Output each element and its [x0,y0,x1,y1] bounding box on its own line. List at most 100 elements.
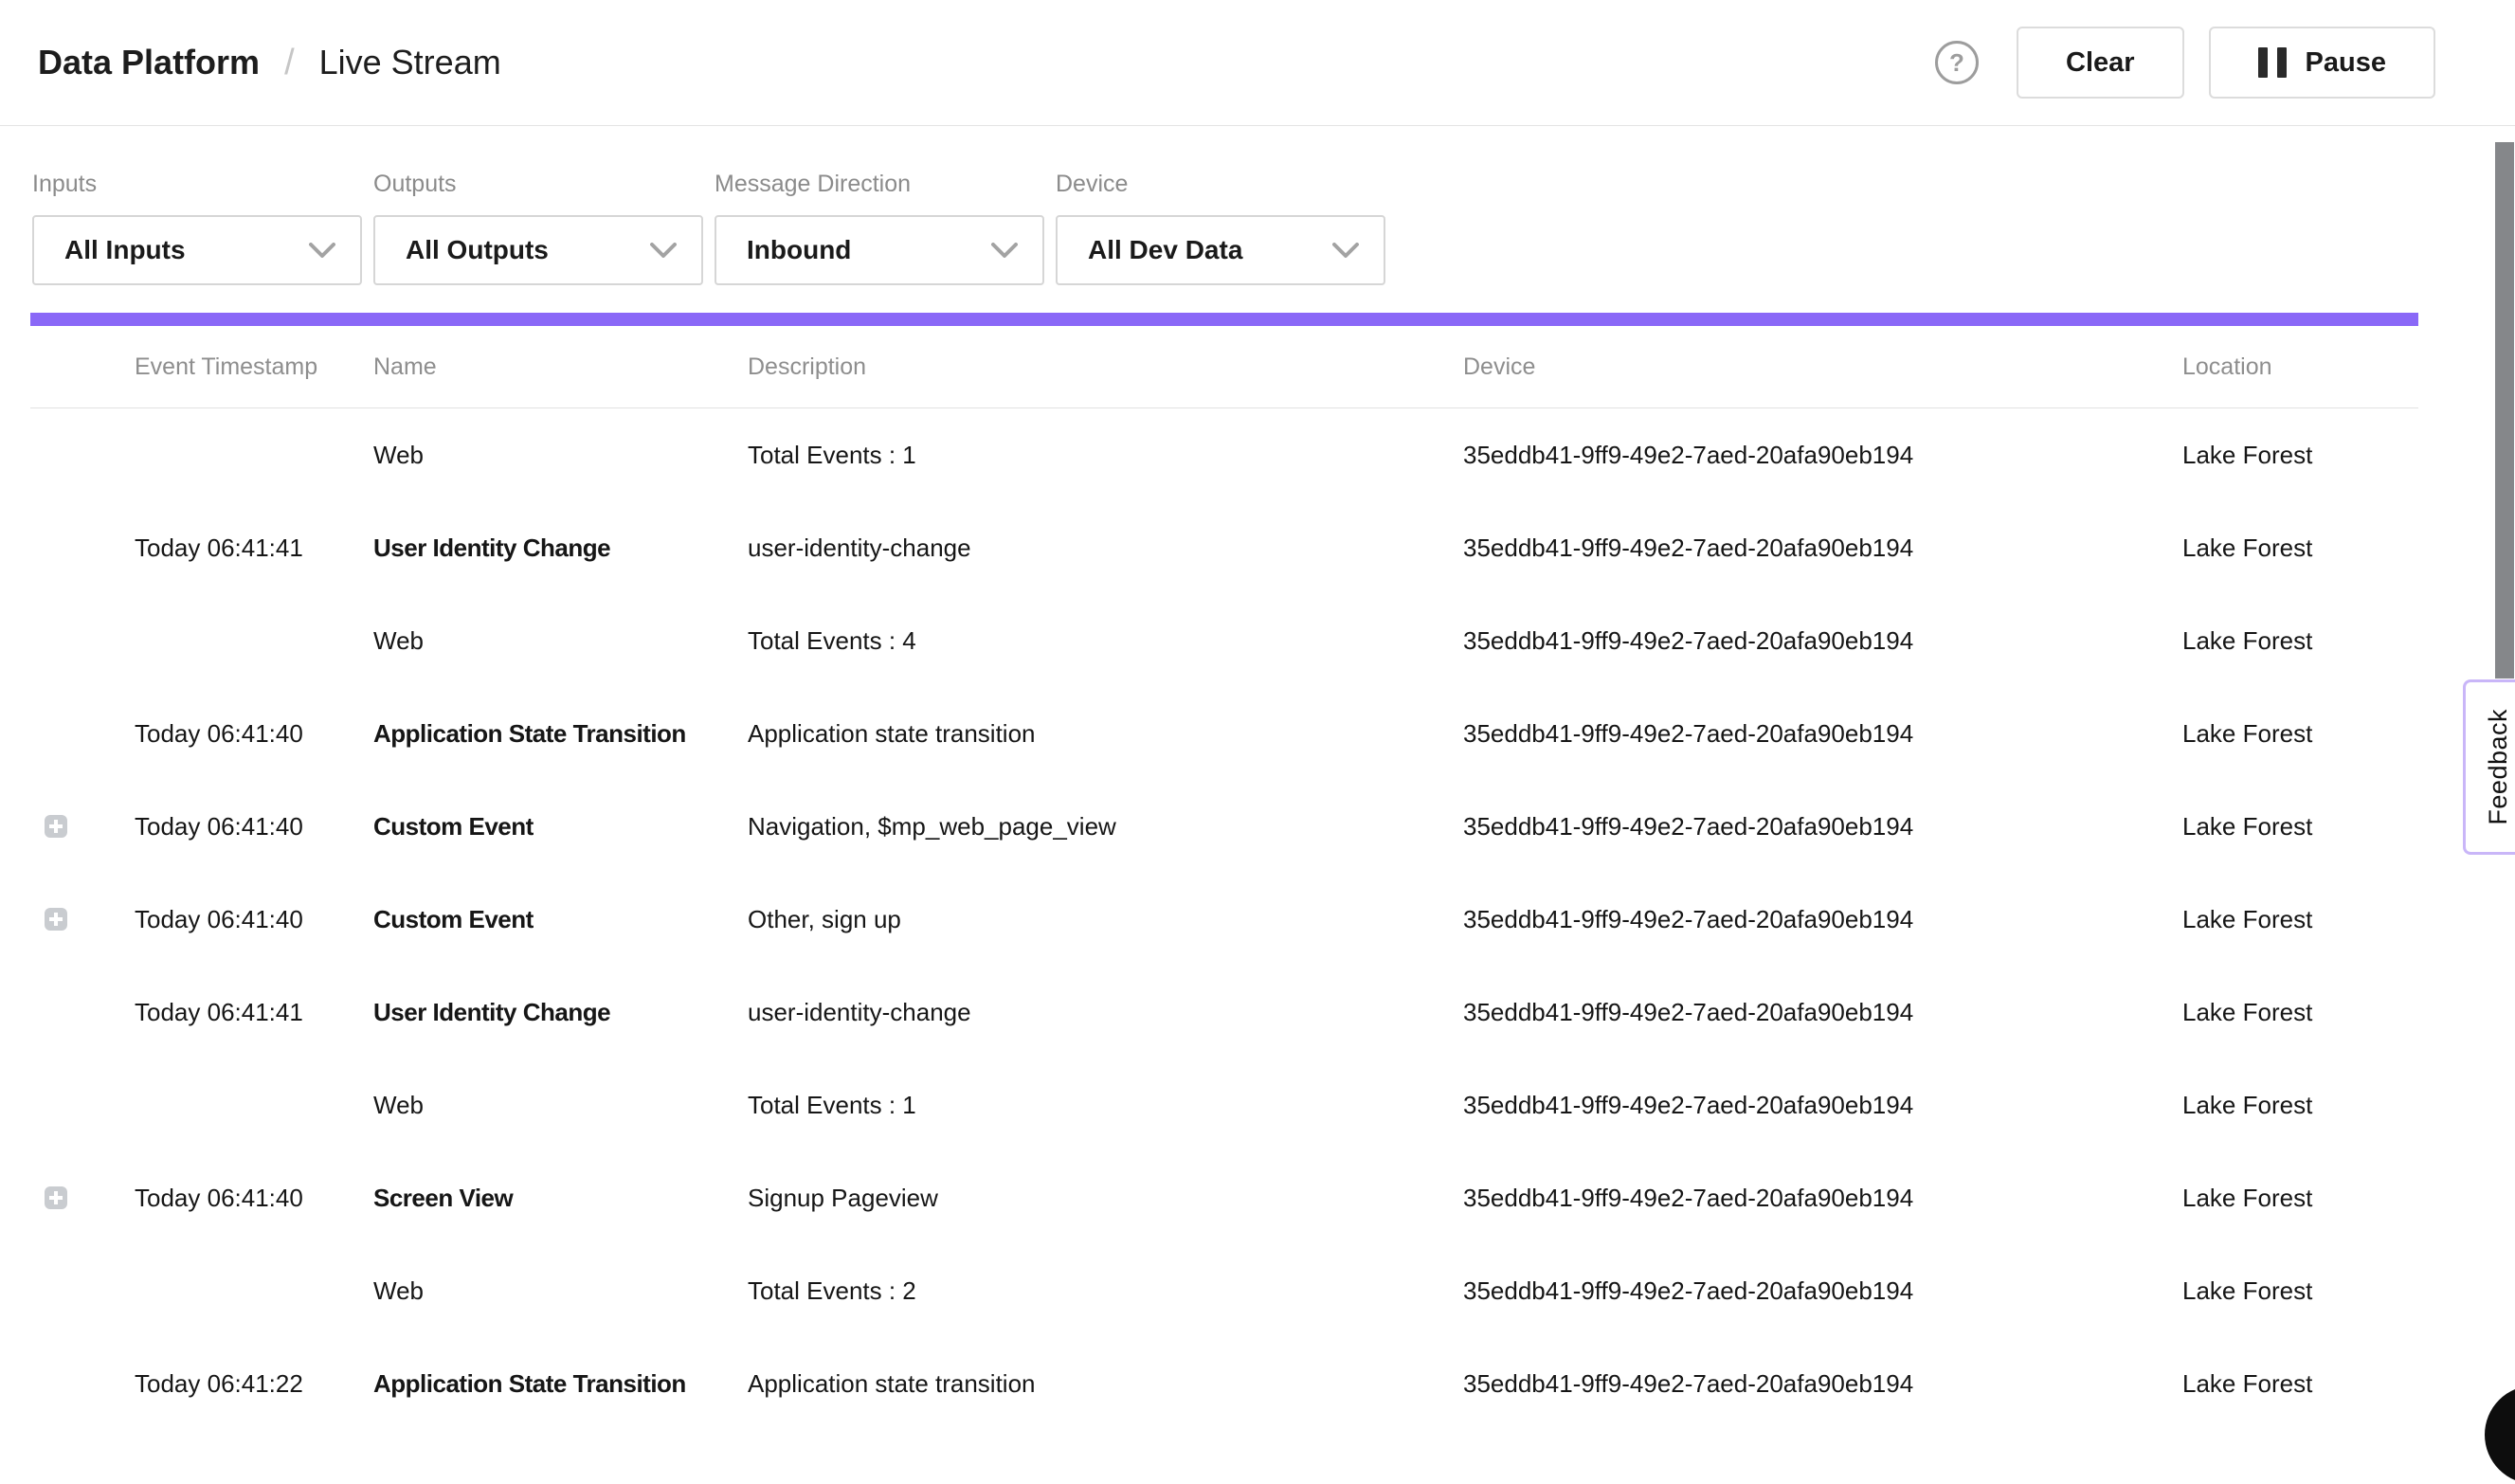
scrollbar-thumb[interactable] [2495,142,2514,679]
help-icon[interactable]: ? [1935,41,1979,84]
event-device-cell: 35eddb41-9ff9-49e2-7aed-20afa90eb194 [1463,905,2182,934]
device-dropdown-value: All Dev Data [1088,235,1242,265]
event-location-cell: Lake Forest [2182,998,2418,1027]
column-header-description: Description [748,353,1463,381]
feedback-tab-label: Feedback [2484,709,2513,825]
message-direction-dropdown-value: Inbound [747,235,851,265]
event-name-cell: Web [373,1091,748,1120]
event-description-cell: Other, sign up [748,905,1463,934]
event-description-cell: Application state transition [748,1369,1463,1399]
event-timestamp-cell: Today 06:41:41 [135,998,373,1027]
table-row[interactable]: Today 06:41:40 Custom Event Navigation, … [30,780,2418,873]
breadcrumb-separator: / [284,43,295,83]
event-device-cell: 35eddb41-9ff9-49e2-7aed-20afa90eb194 [1463,1369,2182,1399]
expand-cell [30,1186,135,1209]
event-timestamp-cell: Today 06:41:40 [135,1184,373,1213]
expand-cell [30,815,135,838]
event-name-cell: Web [373,441,748,470]
table-header-row: Event Timestamp Name Description Device … [30,326,2418,408]
table-row[interactable]: Web Total Events : 4 35eddb41-9ff9-49e2-… [30,594,2418,687]
filter-message-direction: Message Direction Inbound [715,126,1044,285]
event-device-cell: 35eddb41-9ff9-49e2-7aed-20afa90eb194 [1463,626,2182,656]
breadcrumb: Data Platform / Live Stream [38,43,501,83]
table-row[interactable]: Today 06:41:41 User Identity Change user… [30,501,2418,594]
column-header-event-timestamp: Event Timestamp [135,353,373,381]
event-device-cell: 35eddb41-9ff9-49e2-7aed-20afa90eb194 [1463,1184,2182,1213]
expand-plus-icon[interactable] [45,908,67,931]
table-row[interactable]: Web Total Events : 1 35eddb41-9ff9-49e2-… [30,1059,2418,1151]
event-location-cell: Lake Forest [2182,1184,2418,1213]
filter-outputs-label: Outputs [373,171,703,199]
event-description-cell: Application state transition [748,719,1463,749]
table-row[interactable]: Web Total Events : 1 35eddb41-9ff9-49e2-… [30,408,2418,501]
filter-inputs: Inputs All Inputs [32,126,362,285]
event-description-cell: Total Events : 2 [748,1276,1463,1306]
breadcrumb-data-platform[interactable]: Data Platform [38,43,260,82]
column-header-location: Location [2182,353,2418,381]
event-device-cell: 35eddb41-9ff9-49e2-7aed-20afa90eb194 [1463,1276,2182,1306]
expand-plus-icon[interactable] [45,1186,67,1209]
chevron-down-icon [650,243,677,259]
event-name-cell: User Identity Change [373,998,748,1027]
event-description-cell: Navigation, $mp_web_page_view [748,812,1463,842]
pause-button[interactable]: Pause [2209,27,2435,99]
event-description-cell: Total Events : 1 [748,1091,1463,1120]
column-header-device: Device [1463,353,2182,381]
clear-button[interactable]: Clear [2017,27,2184,99]
event-description-cell: Signup Pageview [748,1184,1463,1213]
event-description-cell: Total Events : 4 [748,626,1463,656]
event-location-cell: Lake Forest [2182,534,2418,563]
event-description-cell: user-identity-change [748,998,1463,1027]
event-device-cell: 35eddb41-9ff9-49e2-7aed-20afa90eb194 [1463,719,2182,749]
stream-progress-bar [30,313,2418,326]
column-header-name: Name [373,353,748,381]
feedback-tab[interactable]: Feedback [2463,679,2515,855]
event-location-cell: Lake Forest [2182,905,2418,934]
message-direction-dropdown[interactable]: Inbound [715,215,1044,285]
filter-device: Device All Dev Data [1056,126,1385,285]
page-title: Live Stream [319,43,501,82]
top-bar: Data Platform / Live Stream ? Clear Paus… [0,0,2515,126]
table-row[interactable]: Web Total Events : 2 35eddb41-9ff9-49e2-… [30,1244,2418,1337]
event-location-cell: Lake Forest [2182,1276,2418,1306]
event-timestamp-cell: Today 06:41:40 [135,905,373,934]
event-location-cell: Lake Forest [2182,812,2418,842]
event-timestamp-cell: Today 06:41:40 [135,812,373,842]
event-location-cell: Lake Forest [2182,1091,2418,1120]
filter-device-label: Device [1056,171,1385,199]
event-description-cell: user-identity-change [748,534,1463,563]
event-description-cell: Total Events : 1 [748,441,1463,470]
table-row[interactable]: Today 06:41:22 Application State Transit… [30,1337,2418,1430]
pause-icon [2258,47,2287,78]
event-device-cell: 35eddb41-9ff9-49e2-7aed-20afa90eb194 [1463,998,2182,1027]
event-name-cell: Application State Transition [373,1369,748,1399]
event-location-cell: Lake Forest [2182,626,2418,656]
event-name-cell: Screen View [373,1184,748,1213]
event-name-cell: User Identity Change [373,534,748,563]
filter-message-direction-label: Message Direction [715,171,1044,199]
device-dropdown[interactable]: All Dev Data [1056,215,1385,285]
inputs-dropdown[interactable]: All Inputs [32,215,362,285]
filter-bar: Inputs All Inputs Outputs All Outputs Me… [32,126,1385,285]
table-row[interactable]: Today 06:41:40 Screen View Signup Pagevi… [30,1151,2418,1244]
event-location-cell: Lake Forest [2182,1369,2418,1399]
table-row[interactable]: Today 06:41:40 Application State Transit… [30,687,2418,780]
event-device-cell: 35eddb41-9ff9-49e2-7aed-20afa90eb194 [1463,441,2182,470]
chevron-down-icon [991,243,1018,259]
event-name-cell: Application State Transition [373,719,748,749]
event-location-cell: Lake Forest [2182,719,2418,749]
event-name-cell: Web [373,1276,748,1306]
pause-button-label: Pause [2306,47,2386,79]
table-row[interactable]: Today 06:41:40 Custom Event Other, sign … [30,873,2418,966]
event-device-cell: 35eddb41-9ff9-49e2-7aed-20afa90eb194 [1463,534,2182,563]
table-row[interactable]: Today 06:41:41 User Identity Change user… [30,966,2418,1059]
event-timestamp-cell: Today 06:41:22 [135,1369,373,1399]
outputs-dropdown[interactable]: All Outputs [373,215,703,285]
expand-cell [30,908,135,931]
filter-outputs: Outputs All Outputs [373,126,703,285]
expand-plus-icon[interactable] [45,815,67,838]
chevron-down-icon [309,243,335,259]
inputs-dropdown-value: All Inputs [64,235,186,265]
header-actions: ? Clear Pause [1935,27,2435,99]
chat-launcher-icon[interactable] [2485,1385,2515,1484]
